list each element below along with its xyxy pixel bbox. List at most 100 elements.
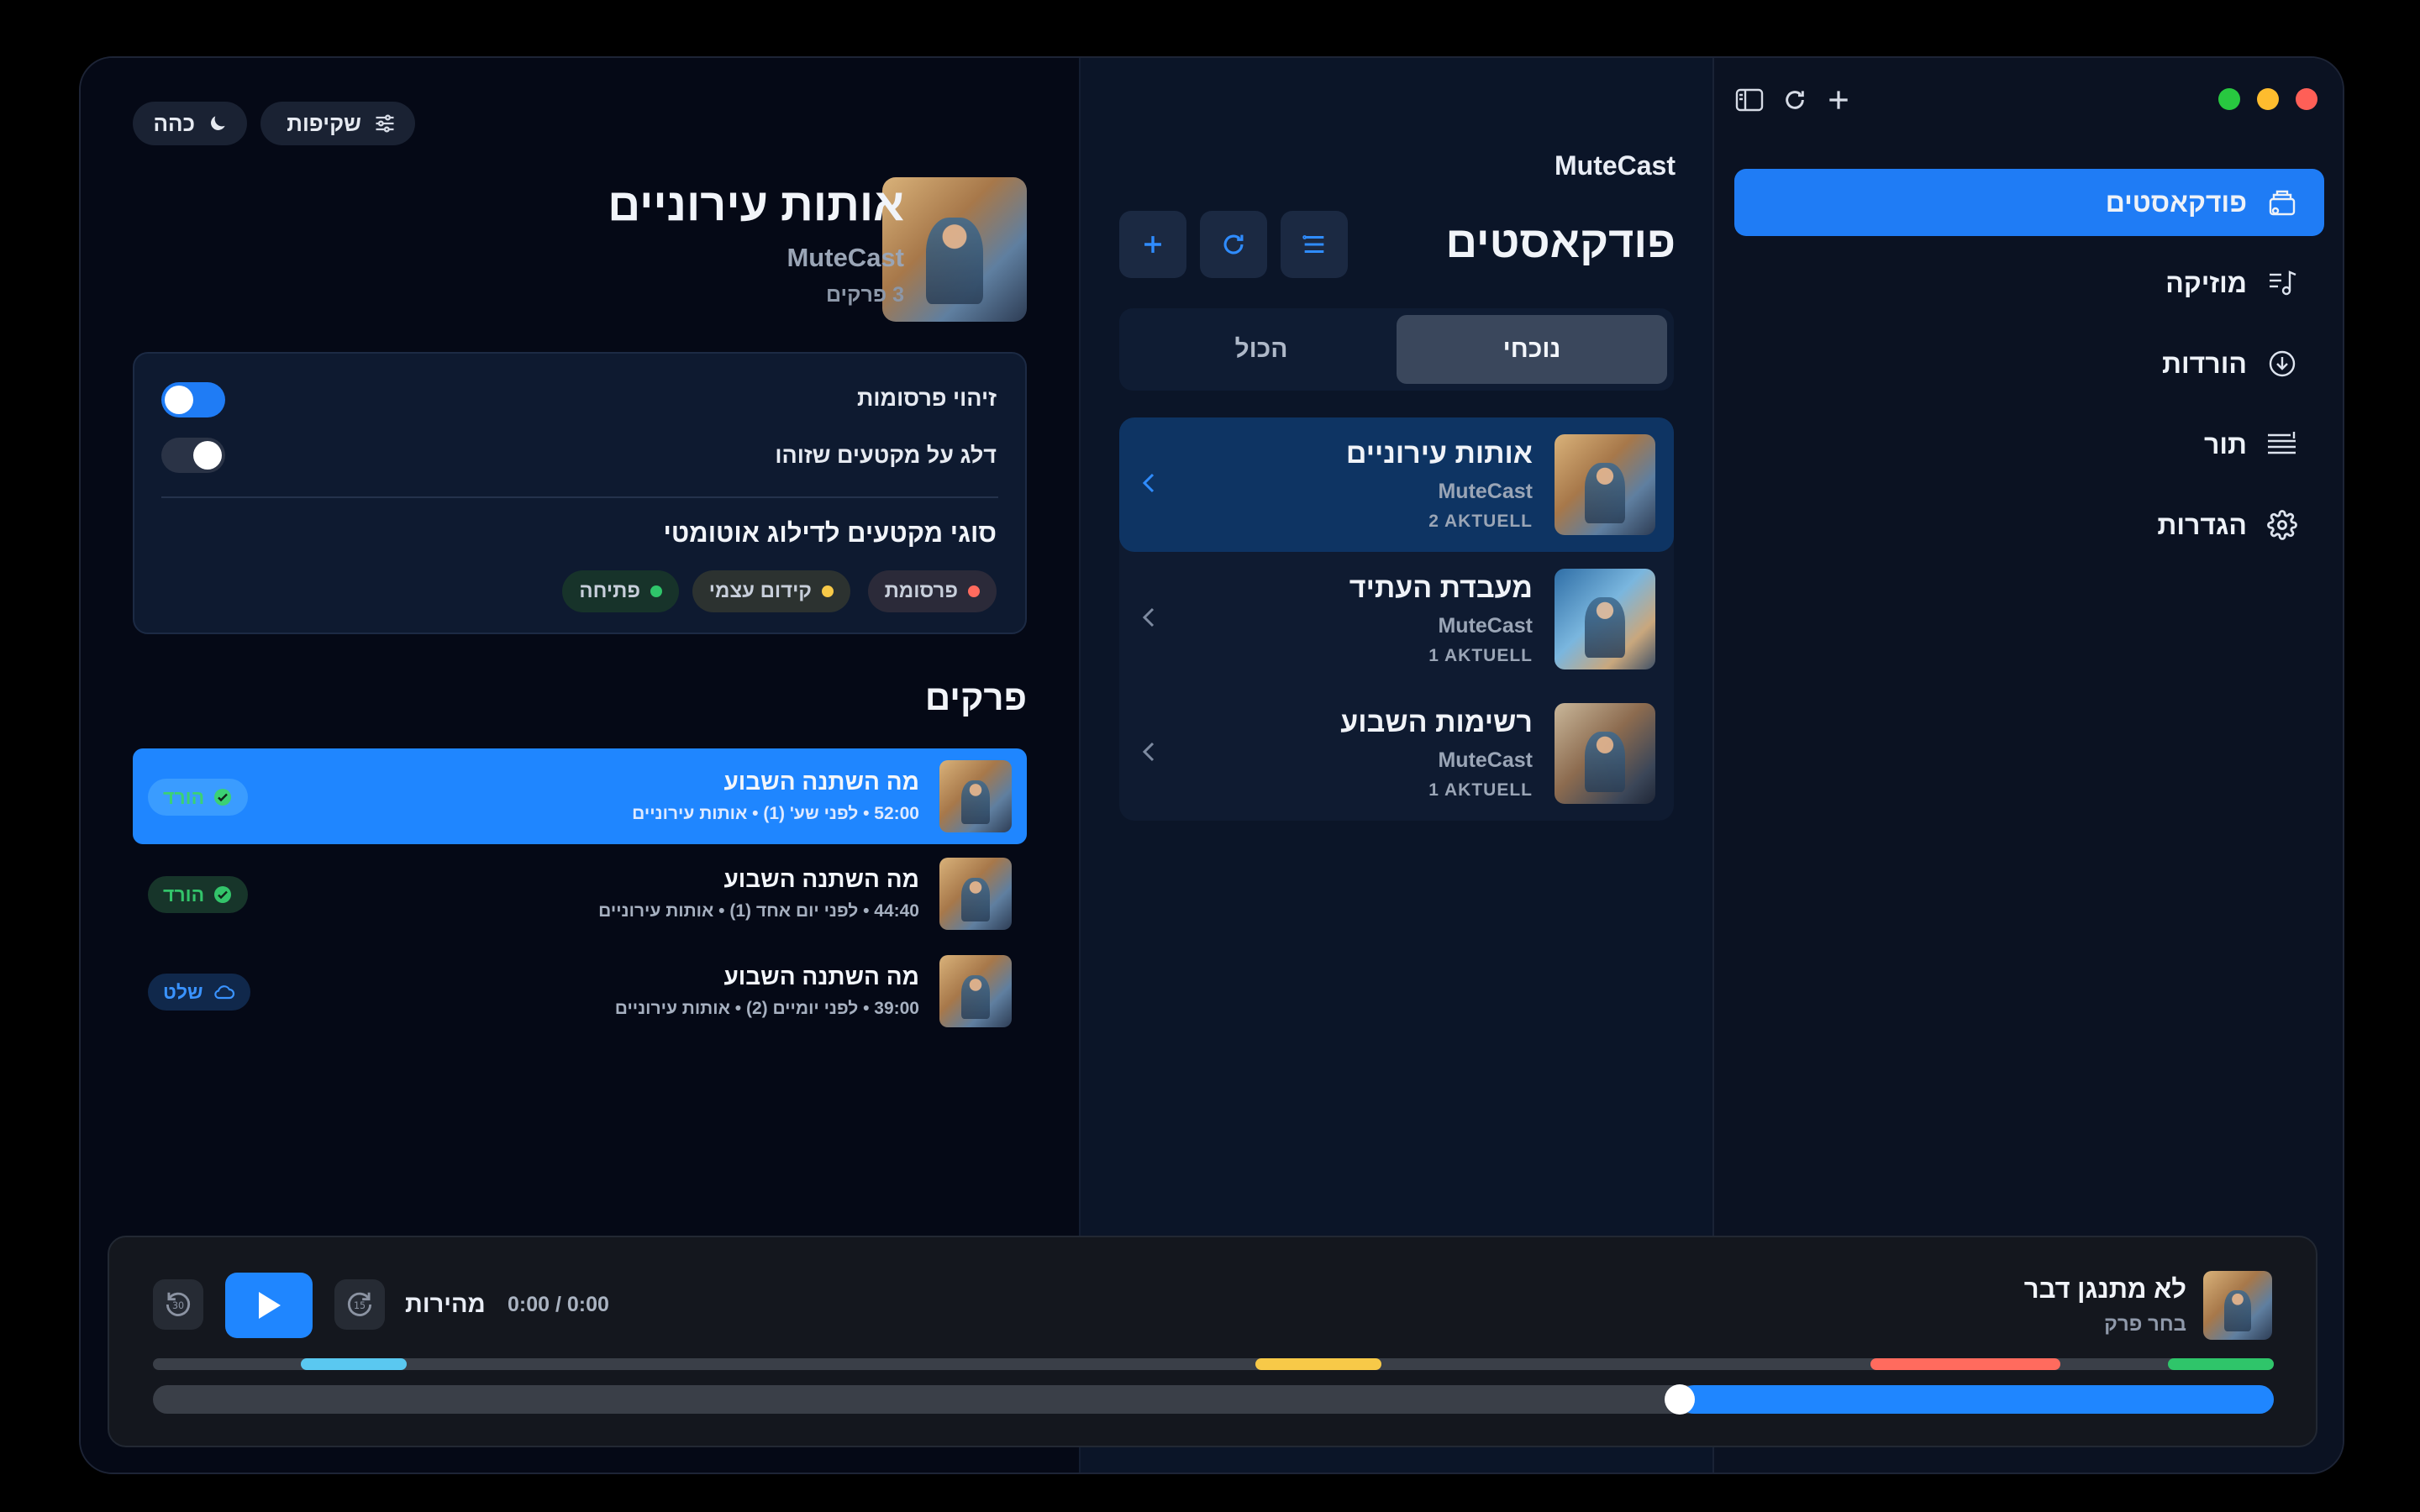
sidebar-item-podcasts[interactable]: פודקאסטים <box>1734 169 2324 236</box>
skip-forward-15-icon: 15 <box>344 1289 376 1320</box>
podcast-library-icon <box>2265 186 2299 219</box>
cloud-icon <box>212 982 235 1002</box>
podcast-row[interactable]: רשימות השבוע MuteCast 1 AKTUELL <box>1119 686 1674 821</box>
app-window: שקיפות כהה אותות עירוניים MuteCast 3 פרק… <box>79 56 2344 1474</box>
refresh-icon[interactable] <box>1778 83 1812 117</box>
podcast-author: MuteCast <box>786 243 904 272</box>
cloud-badge: שלט <box>148 974 250 1011</box>
music-note-icon <box>2265 266 2299 300</box>
toggle-knob <box>165 386 193 414</box>
now-playing-subtitle: בחר פרק <box>2104 1313 2186 1336</box>
chip-ad[interactable]: פרסומת <box>867 570 997 612</box>
plus-icon <box>1139 230 1167 259</box>
app-name: MuteCast <box>1554 150 1676 181</box>
episode-artwork <box>939 955 1012 1027</box>
downloaded-badge: הורד <box>148 876 249 913</box>
transparency-button[interactable]: שקיפות <box>260 102 415 145</box>
minimize-window-button[interactable] <box>2257 88 2279 110</box>
downloaded-badge: הורד <box>148 779 249 816</box>
close-window-button[interactable] <box>2296 88 2317 110</box>
podcast-row[interactable]: מעבדת העתיד MuteCast 1 AKTUELL <box>1119 552 1674 686</box>
chip-label: קידום עצמי <box>708 580 812 602</box>
chip-self-promo[interactable]: קידום עצמי <box>692 570 850 612</box>
chip-label: פתיחה <box>579 580 640 602</box>
divider <box>161 496 998 498</box>
ad-settings-card: זיהוי פרסומות דלג על מקטעים שזוהו סוגי מ… <box>133 352 1027 634</box>
segment-marker-cyan <box>301 1358 407 1370</box>
chevron-left-icon <box>1136 735 1161 769</box>
segment-all[interactable]: הכול <box>1126 315 1397 384</box>
svg-text:15: 15 <box>354 1300 366 1311</box>
episode-row[interactable]: מה השתנה השבוע 44:40 • לפני יום אחד (1) … <box>133 846 1027 942</box>
yellow-dot-icon <box>822 585 834 597</box>
list-icon <box>1300 230 1328 259</box>
podcast-author: MuteCast <box>1438 748 1533 772</box>
chevron-left-icon <box>1136 466 1161 500</box>
ad-detection-label: זיהוי פרסומות <box>857 386 997 411</box>
skip-detected-toggle[interactable] <box>161 438 225 473</box>
dark-mode-button[interactable]: כהה <box>133 102 247 145</box>
filter-segmented-control: נוכחי הכול <box>1119 308 1674 391</box>
podcast-name: רשימות השבוע <box>1340 706 1533 738</box>
speed-button[interactable]: מהירות <box>405 1291 486 1319</box>
play-button[interactable] <box>225 1273 313 1338</box>
segment-current[interactable]: נוכחי <box>1397 315 1667 384</box>
toggle-knob <box>193 441 222 470</box>
download-circle-icon <box>2265 347 2299 381</box>
podcast-count: 1 AKTUELL <box>1428 780 1533 800</box>
plus-icon[interactable] <box>1822 83 1855 117</box>
refresh-button[interactable] <box>1200 211 1267 278</box>
svg-text:30: 30 <box>172 1300 184 1311</box>
segment-marker-red <box>1870 1358 2060 1370</box>
gear-icon <box>2265 508 2299 542</box>
transparency-label: שקיפות <box>287 110 361 136</box>
add-podcast-button[interactable] <box>1119 211 1186 278</box>
podcast-artwork <box>1555 569 1655 669</box>
progress-slider[interactable] <box>153 1384 2274 1415</box>
podcast-title: אותות עירוניים <box>608 180 904 230</box>
refresh-icon <box>1219 230 1248 259</box>
sidebar-item-label: הורדות <box>2162 348 2247 379</box>
skip-back-30-button[interactable]: 30 <box>153 1279 203 1330</box>
badge-label: הורד <box>163 785 205 808</box>
time-display: 0:00 / 0:00 <box>508 1293 609 1316</box>
episode-row[interactable]: מה השתנה השבוע 52:00 • לפני שע' (1) • או… <box>133 748 1027 844</box>
sidebar-toggle-icon[interactable] <box>1733 83 1766 117</box>
episodes-heading: פרקים <box>924 678 1027 717</box>
ad-detection-toggle[interactable] <box>161 382 225 417</box>
skip-forward-15-button[interactable]: 15 <box>334 1279 385 1330</box>
check-circle-icon <box>213 885 233 905</box>
podcast-row[interactable]: אותות עירוניים MuteCast 2 AKTUELL <box>1119 417 1674 552</box>
red-dot-icon <box>968 585 980 597</box>
sidebar-item-downloads[interactable]: הורדות <box>1734 330 2324 397</box>
green-dot-icon <box>650 585 662 597</box>
sidebar-item-label: הגדרות <box>2157 509 2247 540</box>
podcast-artwork <box>1555 434 1655 535</box>
sidebar-item-music[interactable]: מוזיקה <box>1734 249 2324 317</box>
moon-icon <box>207 113 229 134</box>
episode-title: מה השתנה השבוע <box>723 769 919 795</box>
sidebar-item-settings[interactable]: הגדרות <box>1734 491 2324 559</box>
play-icon <box>254 1289 284 1322</box>
sidebar-item-label: פודקאסטים <box>2105 186 2247 218</box>
segment-marker-yellow <box>1255 1358 1381 1370</box>
podcast-author: MuteCast <box>1438 614 1533 638</box>
podcast-count: 2 AKTUELL <box>1428 512 1533 531</box>
segment-track <box>153 1358 2274 1370</box>
chip-intro[interactable]: פתיחה <box>562 570 679 612</box>
episode-row[interactable]: מה השתנה השבוע 39:00 • לפני יומיים (2) •… <box>133 943 1027 1039</box>
episode-title: מה השתנה השבוע <box>723 866 919 892</box>
sidebar-item-queue[interactable]: תור <box>1734 411 2324 478</box>
episode-meta: 52:00 • לפני שע' (1) • אותות עירוניים <box>632 804 919 823</box>
zoom-window-button[interactable] <box>2218 88 2240 110</box>
skip-back-30-icon: 30 <box>162 1289 194 1320</box>
progress-knob[interactable] <box>1665 1384 1695 1415</box>
now-playing-title: לא מתנגן דבר <box>2023 1274 2186 1304</box>
sort-list-button[interactable] <box>1281 211 1348 278</box>
podcast-artwork <box>1555 703 1655 804</box>
badge-label: שלט <box>163 980 203 1003</box>
episode-meta: 44:40 • לפני יום אחד (1) • אותות עירוניי… <box>598 901 919 921</box>
podcast-name: אותות עירוניים <box>1345 438 1533 470</box>
podcast-author: MuteCast <box>1438 480 1533 503</box>
episode-artwork <box>939 858 1012 930</box>
